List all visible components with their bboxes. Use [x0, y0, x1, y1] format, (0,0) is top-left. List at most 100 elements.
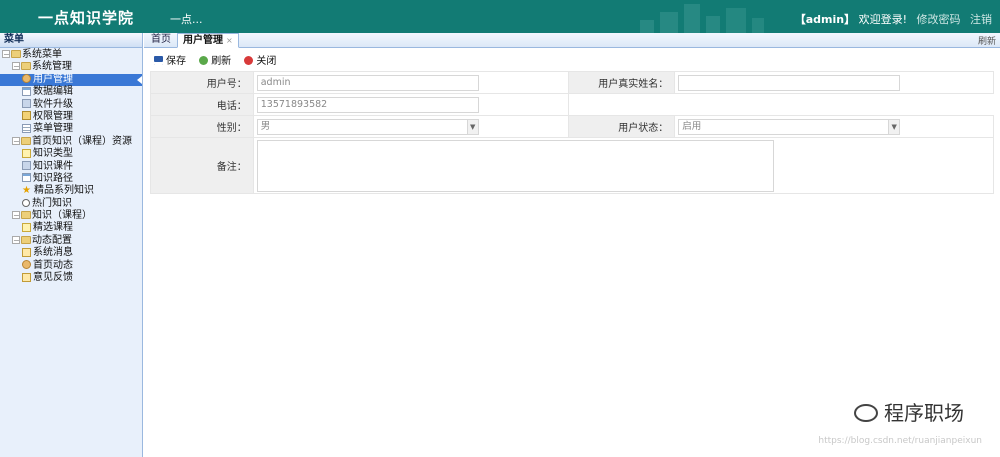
folder-icon — [11, 50, 21, 58]
folder-icon — [21, 211, 31, 220]
sidebar-item[interactable]: 用户管理 — [0, 73, 142, 87]
status-select[interactable]: 启用 ▼ — [678, 118, 901, 135]
sidebar-item-label: 知识类型 — [33, 148, 73, 160]
mail-icon — [22, 272, 31, 282]
sidebar-item-label: 权限管理 — [33, 110, 73, 122]
chevron-down-icon: ▼ — [888, 119, 900, 134]
close-button[interactable]: 关闭 — [244, 52, 276, 67]
collapse-toggle-icon[interactable]: − — [12, 136, 20, 145]
sidebar-item[interactable]: ★ 精品系列知识 — [0, 185, 142, 197]
sidebar-item-label: 软件升级 — [33, 98, 73, 110]
sidebar-item[interactable]: 系统消息 — [0, 247, 142, 259]
sidebar-item[interactable]: 菜单管理 — [0, 123, 142, 135]
grid-icon — [22, 173, 31, 183]
sidebar-item-label: 精选课程 — [33, 222, 73, 234]
tab-refresh-link[interactable]: 刷新 — [978, 34, 996, 47]
current-user: 【admin】 — [794, 13, 856, 26]
sidebar-item[interactable]: − 系统管理 — [0, 61, 142, 73]
mail-icon — [22, 247, 31, 257]
sidebar-item[interactable]: 权限管理 — [0, 111, 142, 123]
sidebar-item[interactable]: 首页动态 — [0, 260, 142, 272]
toolbar: 保存 刷新 关闭 — [144, 48, 1000, 68]
app-brand: 一点知识学院 — [38, 9, 135, 27]
sidebar-item[interactable]: − 首页知识（课程）资源 — [0, 136, 142, 148]
sidebar-item[interactable]: − 知识（课程） — [0, 210, 142, 222]
sidebar-title: 菜单 — [0, 33, 142, 48]
sidebar-item-label: 首页知识（课程）资源 — [32, 135, 132, 147]
collapse-toggle-icon[interactable]: − — [12, 235, 20, 244]
lock-icon — [22, 111, 31, 121]
gender-select[interactable]: 男 ▼ — [256, 118, 479, 135]
sidebar-item[interactable]: 知识路径 — [0, 173, 142, 185]
user-id-field[interactable]: admin — [256, 74, 479, 91]
sidebar-item[interactable]: − 系统菜单 — [0, 49, 142, 61]
tab-bar: 首页 用户管理 × 刷新 — [144, 33, 1000, 48]
sidebar-item[interactable]: − 动态配置 — [0, 235, 142, 247]
change-password-link[interactable]: 修改密码 — [917, 13, 961, 26]
phone-field[interactable]: 13571893582 — [256, 96, 479, 113]
sidebar-item-label: 数据编辑 — [33, 86, 73, 98]
user-icon — [22, 74, 31, 84]
sidebar-item[interactable]: 热门知识 — [0, 198, 142, 210]
sidebar-item[interactable]: 软件升级 — [0, 99, 142, 111]
user-bar: 【admin】 欢迎登录! 修改密码 注销 — [795, 11, 992, 27]
status-value: 启用 — [682, 120, 702, 132]
sidebar-item-label: 意见反馈 — [33, 272, 73, 284]
sidebar-item-label: 热门知识 — [32, 197, 72, 209]
folder-icon — [21, 136, 31, 145]
watermark-text: 程序职场 — [884, 401, 964, 425]
tab-user-management[interactable]: 用户管理 × — [177, 33, 239, 48]
remark-textarea[interactable] — [256, 139, 774, 192]
box-icon — [22, 161, 31, 171]
gender-value: 男 — [260, 120, 271, 132]
phone-label: 电话： — [150, 93, 254, 116]
real-name-field[interactable] — [678, 74, 901, 91]
welcome-text: 欢迎登录! — [858, 13, 907, 26]
sidebar-item[interactable]: 精选课程 — [0, 222, 142, 234]
refresh-button[interactable]: 刷新 — [199, 52, 231, 67]
sidebar-item[interactable]: 知识类型 — [0, 148, 142, 160]
box-icon — [22, 99, 31, 109]
logout-link[interactable]: 注销 — [970, 13, 992, 26]
sidebar-item-label: 知识（课程） — [32, 210, 92, 222]
collapse-toggle-icon[interactable]: − — [12, 211, 20, 220]
sidebar-item-label: 菜单管理 — [33, 123, 73, 135]
sidebar-item-label: 系统菜单 — [22, 49, 62, 60]
sidebar-item-label: 系统管理 — [32, 61, 72, 73]
refresh-label: 刷新 — [211, 56, 232, 67]
folder-icon — [21, 62, 31, 71]
user-id-label: 用户号： — [150, 71, 254, 94]
user-form: 用户号： admin 用户真实姓名： 电话： 13571893582 性别： 男… — [150, 71, 995, 194]
doc-icon — [22, 148, 31, 158]
save-icon — [154, 56, 163, 65]
doc-icon — [22, 222, 31, 232]
sidebar-item[interactable]: 知识课件 — [0, 161, 142, 173]
save-label: 保存 — [166, 56, 186, 67]
status-label: 用户状态： — [568, 115, 676, 138]
sidebar-item[interactable]: 意见反馈 — [0, 272, 142, 284]
close-icon — [244, 56, 254, 65]
close-tab-icon[interactable]: × — [226, 36, 233, 45]
sidebar-item[interactable]: 数据编辑 — [0, 86, 142, 98]
search-icon — [22, 198, 30, 207]
save-button[interactable]: 保存 — [154, 52, 186, 67]
sidebar-item-label: 用户管理 — [33, 73, 73, 85]
collapse-toggle-icon[interactable]: − — [2, 50, 10, 59]
sidebar-item-label: 首页动态 — [33, 259, 73, 271]
chevron-down-icon: ▼ — [466, 119, 478, 134]
menu-tree: − 系统菜单 − 系统管理 用户管理 数据编辑 软件升级 权限管理 菜单管理 − 首页知识（课程）资… — [0, 48, 142, 284]
user-icon — [22, 260, 31, 270]
grid-icon — [22, 86, 31, 96]
tab-label: 用户管理 — [183, 35, 223, 46]
tab-home[interactable]: 首页 — [146, 33, 176, 48]
sidebar-item-label: 系统消息 — [33, 247, 73, 259]
sidebar-item-label: 知识路径 — [33, 172, 73, 184]
sidebar-item-label: 动态配置 — [32, 234, 72, 246]
main-panel: 首页 用户管理 × 刷新 保存 刷新 关闭 用户号： admin 用户真实姓名： … — [144, 33, 1000, 457]
gender-label: 性别： — [150, 115, 254, 138]
real-name-label: 用户真实姓名： — [568, 71, 676, 94]
wechat-icon — [854, 404, 878, 422]
top-header: 一点知识学院 一点... 【admin】 欢迎登录! 修改密码 注销 — [0, 0, 1000, 33]
collapse-toggle-icon[interactable]: − — [12, 62, 20, 71]
star-icon: ★ — [22, 184, 31, 196]
